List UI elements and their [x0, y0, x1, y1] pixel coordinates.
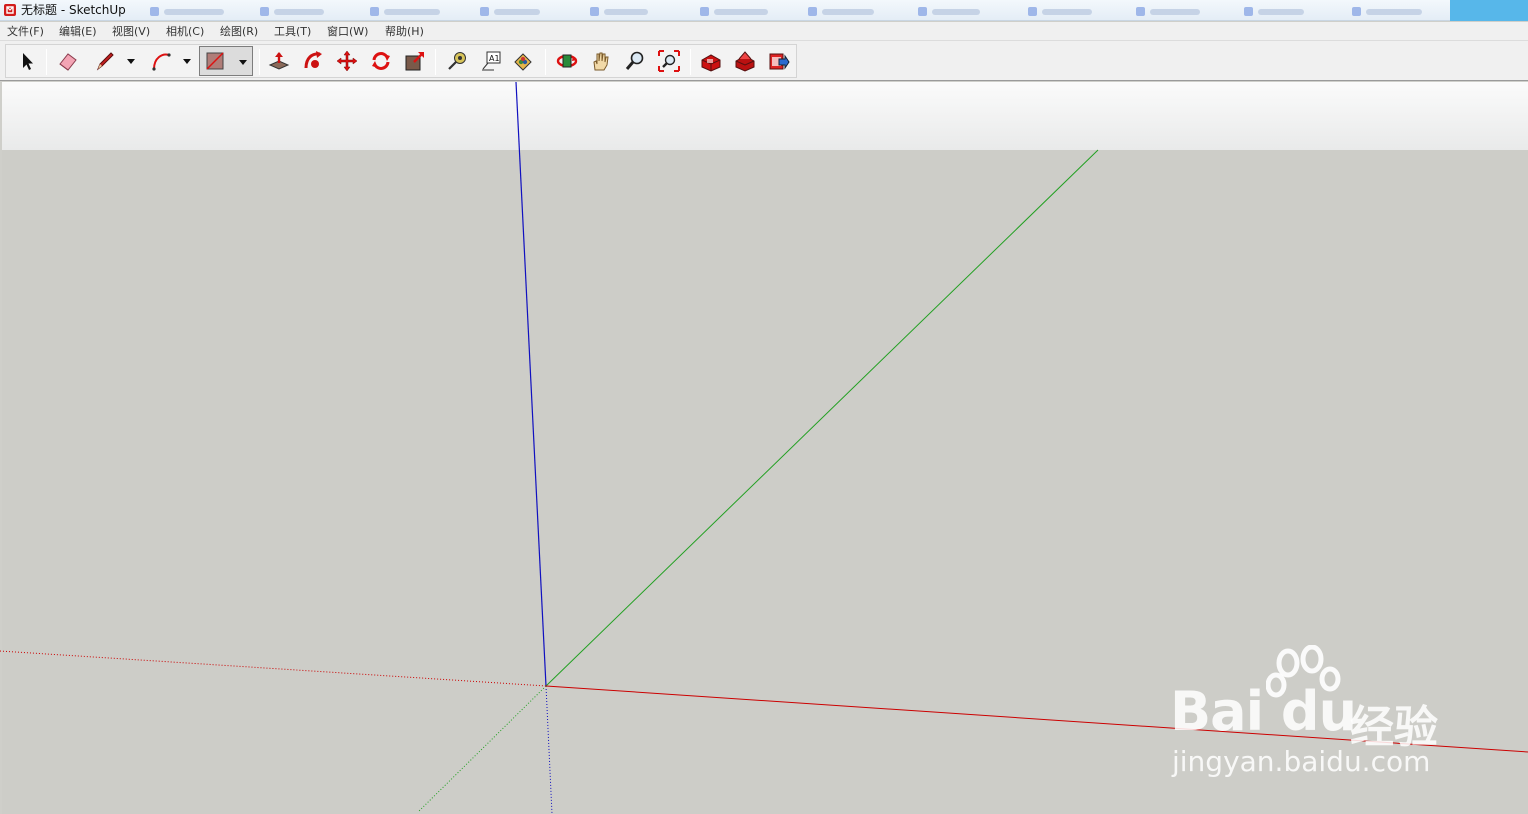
tape-measure-tool-button[interactable]: [444, 48, 470, 74]
blue-axis-positive: [515, 82, 547, 687]
follow-me-tool-button[interactable]: [300, 48, 326, 74]
push-pull-icon: [268, 52, 290, 70]
menu-draw[interactable]: 绘图(R): [220, 25, 258, 38]
menu-help[interactable]: 帮助(H): [385, 25, 424, 38]
paint-bucket-icon: [514, 53, 532, 71]
rotate-icon: [372, 52, 390, 70]
arc-dropdown-arrow-icon[interactable]: [182, 56, 192, 66]
eraser-icon: [59, 53, 77, 71]
blue-axis-negative: [545, 685, 553, 814]
orbit-icon: [556, 54, 578, 68]
scale-tool-button[interactable]: [402, 48, 428, 74]
pencil-dropdown-arrow-icon[interactable]: [126, 56, 136, 66]
move-tool-button[interactable]: [334, 48, 360, 74]
pencil-icon: [96, 52, 114, 71]
share-model-icon: [769, 53, 790, 70]
paint-bucket-tool-button[interactable]: [510, 48, 536, 74]
watermark-logo-text: Bai du: [1170, 680, 1357, 743]
orbit-tool-button[interactable]: [554, 48, 580, 74]
zoom-tool-button[interactable]: [622, 48, 648, 74]
3d-warehouse-button[interactable]: [698, 48, 724, 74]
warehouse-icon: [701, 54, 721, 72]
push-pull-tool-button[interactable]: [266, 48, 292, 74]
title-bar: 无标题 - SketchUp: [0, 0, 1528, 21]
menu-view[interactable]: 视图(V): [112, 25, 150, 38]
menu-camera[interactable]: 相机(C): [166, 25, 204, 38]
zoom-extents-icon: [658, 50, 680, 72]
follow-me-icon: [304, 51, 322, 69]
eraser-tool-button[interactable]: [55, 48, 81, 74]
select-tool-button[interactable]: [14, 48, 40, 74]
pan-tool-button[interactable]: [588, 48, 614, 74]
menu-edit[interactable]: 编辑(E): [59, 25, 97, 38]
extension-warehouse-icon: [735, 51, 755, 72]
rectangle-dropdown-arrow-icon[interactable]: [238, 57, 248, 67]
rectangle-tool-button[interactable]: [199, 46, 253, 76]
menu-window[interactable]: 窗口(W): [327, 25, 368, 38]
sketchup-logo-icon: [4, 4, 16, 16]
arrow-cursor-icon: [23, 53, 33, 70]
text-tool-button[interactable]: A1: [478, 48, 504, 74]
text-icon: A1: [482, 51, 501, 71]
watermark-url: jingyan.baidu.com: [1172, 745, 1431, 778]
move-icon: [336, 50, 358, 72]
red-axis-negative: [0, 650, 547, 687]
toolbar: A1: [0, 41, 1528, 81]
taskbar-strip: [140, 0, 1528, 21]
magnifier-icon: [625, 51, 644, 70]
green-axis-negative: [417, 685, 547, 813]
text-tool-label: A1: [489, 54, 500, 63]
menu-bar: 文件(F) 编辑(E) 视图(V) 相机(C) 绘图(R) 工具(T) 窗口(W…: [0, 22, 1528, 41]
tape-measure-icon: [448, 52, 466, 70]
menu-file[interactable]: 文件(F): [7, 25, 44, 38]
baidu-watermark: Bai du 经验 jingyan.baidu.com: [1170, 645, 1460, 785]
share-model-button[interactable]: [766, 48, 792, 74]
pencil-tool-button[interactable]: [92, 48, 118, 74]
hand-icon: [593, 52, 609, 71]
extension-warehouse-button[interactable]: [732, 48, 758, 74]
rotate-tool-button[interactable]: [368, 48, 394, 74]
window-title: 无标题 - SketchUp: [21, 3, 126, 17]
scale-icon: [405, 52, 424, 71]
arc-tool-button[interactable]: [148, 48, 174, 74]
zoom-extents-tool-button[interactable]: [656, 48, 682, 74]
arc-icon: [152, 53, 171, 71]
menu-tools[interactable]: 工具(T): [274, 25, 311, 38]
rectangle-icon: [206, 52, 224, 70]
green-axis-positive: [545, 149, 1099, 687]
